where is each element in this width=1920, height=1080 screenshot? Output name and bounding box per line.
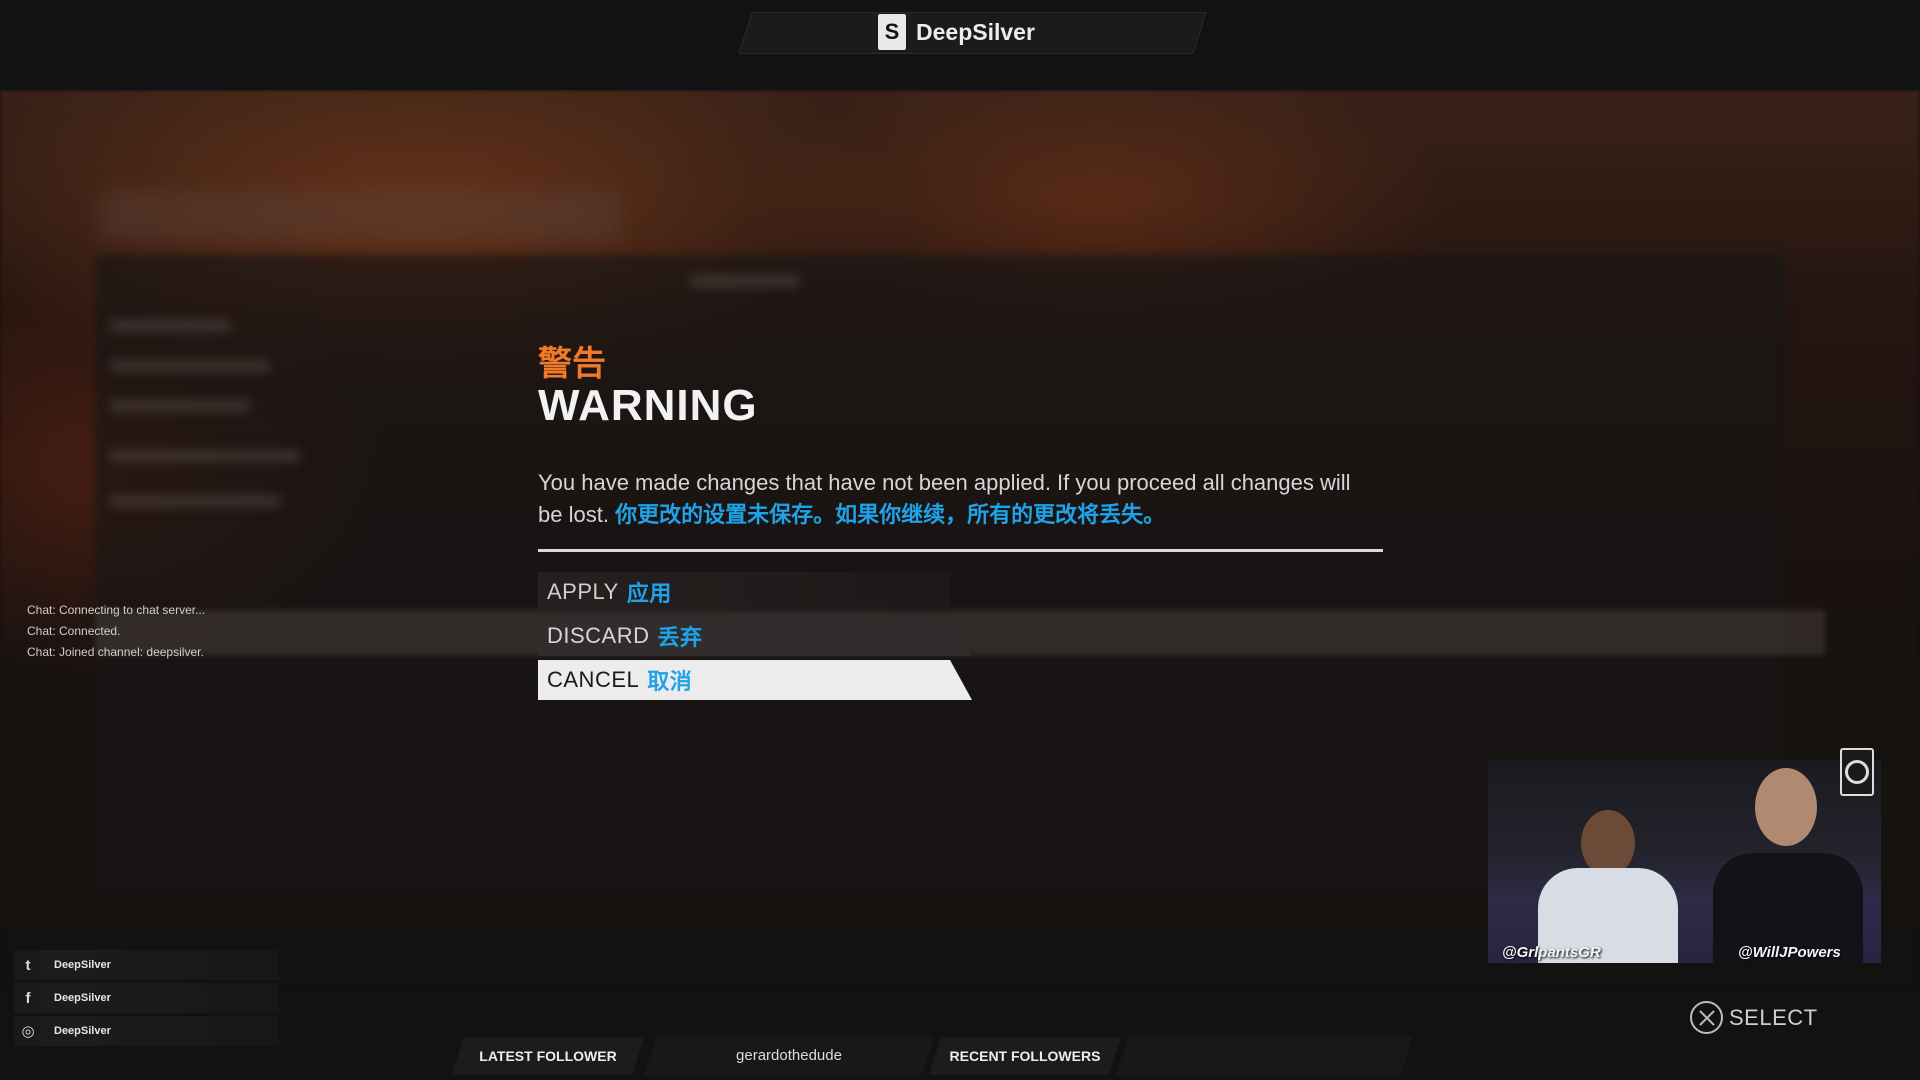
dialog-divider <box>538 549 1383 552</box>
social-twitter[interactable]: t DeepSilver <box>14 950 279 980</box>
cancel-option[interactable]: CANCEL 取消 <box>538 660 972 700</box>
streamer-head <box>1581 810 1635 876</box>
streamer-head <box>1755 768 1817 846</box>
chat-log: Chat: Connecting to chat server... Chat:… <box>27 600 205 663</box>
social-label: DeepSilver <box>54 959 111 971</box>
latest-follower-label: LATEST FOLLOWER <box>479 1048 617 1064</box>
discard-label-translation: 丢弃 <box>657 625 703 650</box>
recent-followers-label-plate: RECENT FOLLOWERS <box>928 1037 1122 1075</box>
brand: S DeepSilver <box>878 13 1035 51</box>
warning-title-translation: 警告 <box>538 345 606 383</box>
instagram-icon: ◎ <box>14 1016 42 1046</box>
brand-name: DeepSilver <box>916 18 1035 45</box>
apply-label-translation: 应用 <box>626 581 672 606</box>
stream-overlay: S DeepSilver 警告 WARNING You have made ch… <box>0 0 1920 1080</box>
recent-followers-label: RECENT FOLLOWERS <box>949 1048 1101 1064</box>
blurred-line <box>110 495 280 507</box>
logo-mark <box>1845 760 1869 784</box>
blurred-settings-title <box>100 190 620 240</box>
chat-line: Chat: Connected. <box>27 624 121 638</box>
blurred-line <box>110 360 270 372</box>
webcam-handle-right: @WillJPowers <box>1738 944 1841 961</box>
twitter-icon: t <box>14 950 42 980</box>
apply-label: APPLY <box>547 579 619 604</box>
facebook-icon: f <box>14 983 42 1013</box>
cross-button-icon <box>1690 1001 1723 1034</box>
deep-silver-logo-icon: S <box>878 14 906 50</box>
latest-follower-label-plate: LATEST FOLLOWER <box>451 1037 645 1075</box>
webcam-handle-left: @GrlpantsGR <box>1502 944 1601 961</box>
webcam-feed: @GrlpantsGR @WillJPowers <box>1488 760 1881 963</box>
latest-follower-value-plate: gerardothedude <box>643 1037 935 1075</box>
blurred-line <box>690 275 800 287</box>
recent-followers-value-plate <box>1115 1037 1414 1075</box>
warning-message-translation: 你更改的设置未保存。如果你继续，所有的更改将丢失。 <box>615 502 1166 527</box>
blurred-line <box>110 400 250 412</box>
social-label: DeepSilver <box>54 992 111 1004</box>
top-bar: S DeepSilver <box>0 0 1920 90</box>
warning-message: You have made changes that have not been… <box>538 467 1378 531</box>
streamer-left <box>1533 798 1683 963</box>
cancel-label-translation: 取消 <box>647 669 693 694</box>
warning-dialog: 警告 WARNING You have made changes that ha… <box>538 346 1383 700</box>
chat-line: Chat: Connecting to chat server... <box>27 603 206 617</box>
deep-silver-logo-icon <box>1840 748 1874 796</box>
latest-follower-value: gerardothedude <box>736 1047 842 1064</box>
discard-label: DISCARD <box>547 623 650 648</box>
chat-line: Chat: Joined channel: deepsilver. <box>27 645 204 659</box>
social-instagram[interactable]: ◎ DeepSilver <box>14 1016 279 1046</box>
select-prompt[interactable]: SELECT <box>1690 1001 1818 1034</box>
select-label: SELECT <box>1729 1004 1818 1030</box>
blurred-line <box>110 320 230 332</box>
discard-option[interactable]: DISCARD 丢弃 <box>538 616 972 656</box>
social-links: t DeepSilver f DeepSilver ◎ DeepSilver <box>14 950 279 1049</box>
apply-option[interactable]: APPLY 应用 <box>538 572 950 612</box>
social-facebook[interactable]: f DeepSilver <box>14 983 279 1013</box>
warning-title: WARNING <box>538 381 758 430</box>
blurred-line <box>110 450 300 462</box>
social-label: DeepSilver <box>54 1025 111 1037</box>
cancel-label: CANCEL <box>547 667 640 692</box>
